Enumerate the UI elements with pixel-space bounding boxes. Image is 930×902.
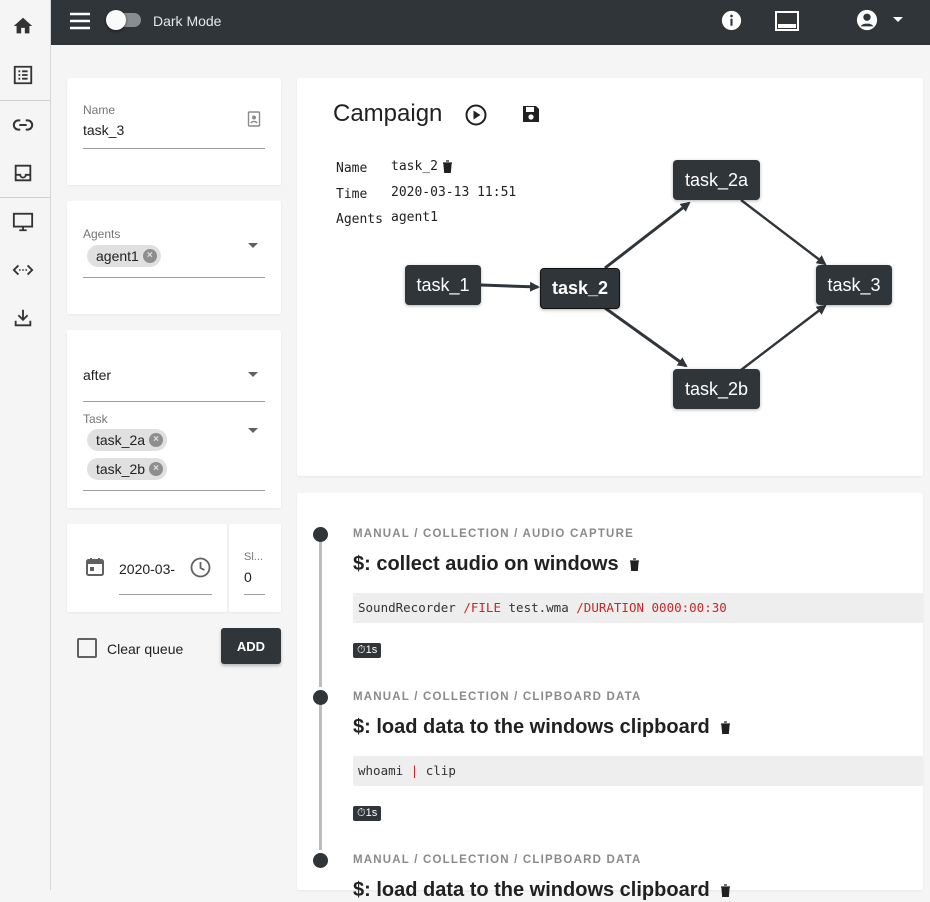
nav-rail xyxy=(0,0,51,890)
info-icon[interactable] xyxy=(721,10,742,36)
trash-icon[interactable] xyxy=(720,721,731,734)
command-code: SoundRecorder /FILE test.wma /DURATION 0… xyxy=(353,593,923,623)
badge-icon xyxy=(247,111,261,132)
name-card: Name task_3 xyxy=(67,78,281,185)
task-chip[interactable]: task_2a × xyxy=(87,429,168,451)
trash-icon[interactable] xyxy=(720,884,731,897)
task-underline xyxy=(83,490,265,491)
agents-card: Agents agent1 × xyxy=(67,201,281,314)
keyboard-icon[interactable] xyxy=(775,11,799,36)
calendar-icon[interactable] xyxy=(85,557,105,582)
top-app-bar: Dark Mode xyxy=(51,0,930,45)
timeline-crumb: MANUAL / COLLECTION / CLIPBOARD DATA xyxy=(353,691,642,703)
graph-node-task_2b[interactable]: task_2b xyxy=(673,369,760,409)
clear-queue-label: Clear queue xyxy=(107,641,184,657)
code-text: SoundRecorder xyxy=(358,600,464,615)
add-button[interactable]: ADD xyxy=(221,628,281,664)
sleep-label: Sl... xyxy=(244,551,263,563)
dependency-caret-icon[interactable] xyxy=(248,372,258,377)
sleep-input[interactable]: 0 xyxy=(244,569,252,585)
timeline-crumb: MANUAL / COLLECTION / AUDIO CAPTURE xyxy=(353,528,634,540)
dependency-underline xyxy=(83,401,265,402)
agents-dropdown-caret-icon[interactable] xyxy=(248,243,258,248)
edge-task1-task2 xyxy=(480,281,540,292)
task-chip[interactable]: task_2b × xyxy=(87,458,168,480)
monitor-icon[interactable] xyxy=(11,210,35,234)
agent-chip[interactable]: agent1 × xyxy=(87,245,161,267)
graph-node-task_2[interactable]: task_2 xyxy=(540,268,620,309)
clock-icon[interactable] xyxy=(190,557,211,583)
code-keyword: /DURATION xyxy=(576,600,644,615)
task-chip-label: task_2b xyxy=(96,461,146,477)
name-underline xyxy=(83,148,265,149)
edge-task2-task2a xyxy=(604,201,691,270)
chip-remove-icon[interactable]: × xyxy=(149,462,164,476)
account-icon[interactable] xyxy=(856,9,878,36)
dark-mode-label: Dark Mode xyxy=(153,13,222,29)
timeline-title: $: collect audio on windows xyxy=(353,553,619,575)
agent-chip-label: agent1 xyxy=(96,248,139,264)
date-card: 2020-03- xyxy=(67,524,227,612)
timeline-title-row: $: load data to the windows clipboard xyxy=(353,879,731,902)
graph-node-task_3[interactable]: task_3 xyxy=(816,265,892,305)
rail-divider xyxy=(0,100,50,101)
timeline-dot xyxy=(313,690,328,705)
code-keyword: /FILE xyxy=(463,600,501,615)
timeline-crumb: MANUAL / COLLECTION / CLIPBOARD DATA xyxy=(353,854,642,866)
duration-badge: ⏱1s xyxy=(353,806,382,821)
code-text: whoami xyxy=(358,763,411,778)
edge-task2-task2b xyxy=(604,306,688,368)
download-icon[interactable] xyxy=(11,306,35,330)
graph-node-task_1[interactable]: task_1 xyxy=(405,265,481,305)
name-label: Name xyxy=(83,103,116,117)
chip-remove-icon[interactable]: × xyxy=(142,249,157,263)
menu-icon[interactable] xyxy=(69,12,91,35)
date-input[interactable]: 2020-03- xyxy=(119,561,175,577)
sleep-card: Sl... 0 xyxy=(229,524,281,612)
edge-task2b-task3 xyxy=(740,304,827,371)
date-underline xyxy=(119,594,212,595)
timeline-title-row: $: collect audio on windows xyxy=(353,553,640,576)
timeline-title: $: load data to the windows clipboard xyxy=(353,879,710,901)
chip-remove-icon[interactable]: × xyxy=(149,433,164,447)
graph-node-task_2a[interactable]: task_2a xyxy=(673,160,760,200)
code-icon[interactable] xyxy=(11,258,35,282)
timeline-title-row: $: load data to the windows clipboard xyxy=(353,716,731,739)
code-keyword: 0000:00:30 xyxy=(651,600,727,615)
trash-icon[interactable] xyxy=(629,558,640,571)
account-menu-caret-icon[interactable] xyxy=(893,17,903,22)
agents-label: Agents xyxy=(83,227,121,241)
timeline-connector xyxy=(319,704,322,850)
campaign-card: Campaign Name Time Agents task_2 2020-03… xyxy=(297,78,923,476)
command-code: whoami | clip xyxy=(353,756,923,786)
inbox-icon[interactable] xyxy=(11,161,35,185)
dependency-select[interactable]: after xyxy=(83,367,111,383)
task-dropdown-caret-icon[interactable] xyxy=(248,428,258,433)
code-text: clip xyxy=(418,763,456,778)
code-text: test.wma xyxy=(501,600,577,615)
timeline-dot xyxy=(313,527,328,542)
task-label: Task xyxy=(83,412,108,426)
list-icon[interactable] xyxy=(11,63,35,87)
home-icon[interactable] xyxy=(11,14,35,38)
agents-underline xyxy=(83,277,265,278)
timeline-title: $: load data to the windows clipboard xyxy=(353,716,710,738)
dark-mode-toggle-knob[interactable] xyxy=(106,10,126,30)
clear-queue-checkbox[interactable] xyxy=(77,638,97,658)
dependency-card: after Task task_2a × task_2b × xyxy=(67,330,281,508)
task-chip-label: task_2a xyxy=(96,432,146,448)
edge-task2a-task3 xyxy=(740,199,827,266)
timeline-dot xyxy=(313,853,328,868)
link-icon[interactable] xyxy=(11,113,35,137)
rail-divider xyxy=(0,197,50,198)
sleep-underline xyxy=(244,594,265,595)
timeline-connector xyxy=(319,541,322,687)
duration-badge: ⏱1s xyxy=(353,643,382,658)
name-input[interactable]: task_3 xyxy=(83,122,124,138)
